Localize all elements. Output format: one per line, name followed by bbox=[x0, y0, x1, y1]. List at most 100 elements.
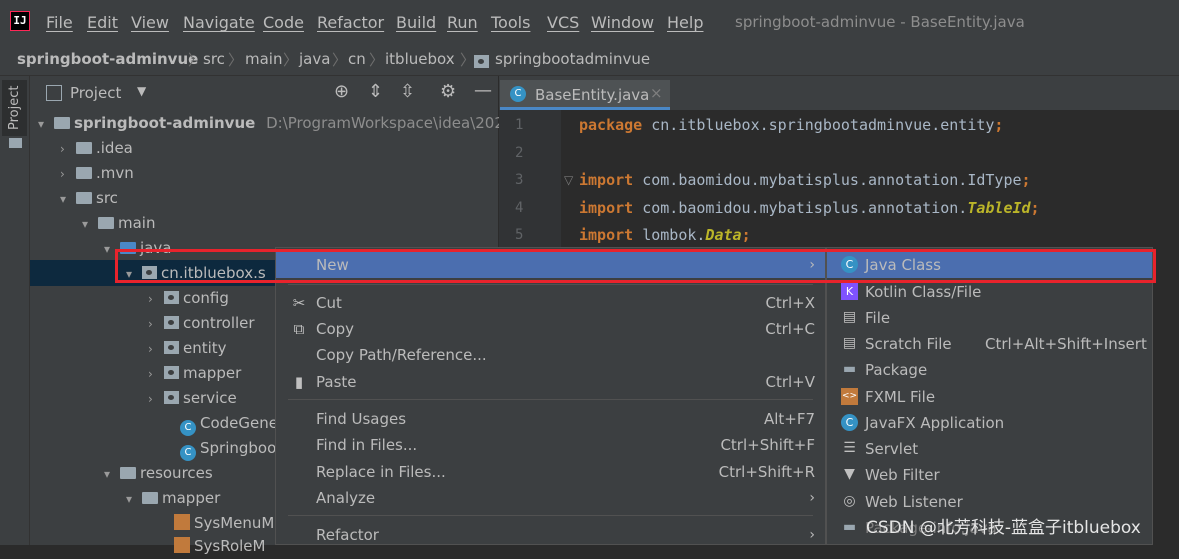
menu-refactor[interactable]: Refactor bbox=[317, 13, 384, 32]
menu-build[interactable]: Build bbox=[396, 13, 436, 32]
tree-item-service[interactable]: › service bbox=[148, 386, 237, 411]
menu-item-shortcut: Ctrl+V bbox=[765, 373, 815, 391]
menu-item-label: Copy Path/Reference... bbox=[316, 346, 487, 364]
menu-tools[interactable]: Tools bbox=[491, 13, 530, 32]
chevron-right-icon: 〉 bbox=[228, 51, 244, 69]
menu-code[interactable]: Code bbox=[263, 13, 304, 32]
menu-item-label: Replace in Files... bbox=[316, 463, 446, 481]
tree-item-label: config bbox=[183, 289, 229, 307]
context-menu: New › ✂ Cut Ctrl+X ⧉ Copy Ctrl+C Copy Pa… bbox=[275, 247, 826, 545]
tree-item-sysmenumapper[interactable]: SysMenuM bbox=[158, 511, 274, 536]
menu-item-find-in-files[interactable]: Find in Files... Ctrl+Shift+F bbox=[276, 432, 825, 458]
close-icon[interactable]: × bbox=[650, 84, 663, 102]
code-line-4: import com.baomidou.mybatisplus.annotati… bbox=[579, 199, 1040, 217]
chevron-right-icon: 〉 bbox=[283, 51, 299, 69]
breadcrumb-main[interactable]: main bbox=[245, 50, 282, 68]
submenu-arrow-icon: › bbox=[809, 527, 815, 543]
breadcrumb-project[interactable]: springboot-adminvue bbox=[17, 50, 198, 68]
tree-item-label: mapper bbox=[183, 364, 242, 382]
menu-item-analyze[interactable]: Analyze › bbox=[276, 485, 825, 511]
folder-icon bbox=[76, 167, 92, 179]
folder-icon bbox=[98, 217, 114, 229]
submenu-item-web-listener[interactable]: ◎ Web Listener bbox=[827, 489, 1152, 515]
folder-icon[interactable] bbox=[9, 138, 22, 148]
tree-item-src[interactable]: ▾ src bbox=[60, 186, 118, 211]
collapse-all-icon[interactable]: ⇳ bbox=[400, 81, 415, 102]
package-icon bbox=[164, 291, 179, 304]
menu-navigate[interactable]: Navigate bbox=[183, 13, 255, 32]
locate-icon[interactable]: ⊕ bbox=[334, 81, 349, 102]
tree-item-path: D:\ProgramWorkspace\idea\2022 bbox=[266, 114, 514, 132]
tree-item-config[interactable]: › config bbox=[148, 286, 229, 311]
tree-item-idea[interactable]: › .idea bbox=[60, 136, 133, 161]
submenu-item-fxml-file[interactable]: <> FXML File bbox=[827, 384, 1152, 410]
tree-item-entity[interactable]: › entity bbox=[148, 336, 227, 361]
tree-item-resources-mapper[interactable]: ▾ mapper bbox=[126, 486, 220, 511]
submenu-item-shortcut: Ctrl+Alt+Shift+Insert bbox=[985, 335, 1147, 353]
tree-item-project-root[interactable]: ▾ springboot-adminvue D:\ProgramWorkspace… bbox=[38, 111, 513, 136]
package-icon bbox=[474, 55, 489, 68]
minimize-icon[interactable]: — bbox=[474, 80, 492, 101]
breadcrumb: springboot-adminvue 〉 src 〉 main 〉 java … bbox=[0, 44, 1179, 76]
menu-window[interactable]: Window bbox=[591, 13, 654, 32]
gear-icon[interactable]: ⚙ bbox=[440, 81, 456, 102]
menu-item-shortcut: Ctrl+Shift+R bbox=[718, 463, 815, 481]
chevron-right-icon: 〉 bbox=[369, 51, 385, 69]
fxml-file-icon: <> bbox=[841, 388, 858, 405]
menu-item-paste[interactable]: ▮ Paste Ctrl+V bbox=[276, 369, 825, 395]
tab-baseentity[interactable]: C BaseEntity.java × bbox=[500, 80, 670, 110]
tree-item-sysrolemapper[interactable]: SysRoleM bbox=[158, 534, 265, 559]
menu-help[interactable]: Help bbox=[667, 13, 703, 32]
menu-view[interactable]: View bbox=[131, 13, 169, 32]
menu-item-cut[interactable]: ✂ Cut Ctrl+X bbox=[276, 290, 825, 316]
chevron-right-icon: 〉 bbox=[332, 51, 348, 69]
folder-icon bbox=[76, 192, 92, 204]
submenu-item-label: Servlet bbox=[865, 440, 919, 458]
chevron-right-icon: › bbox=[60, 142, 65, 156]
menu-vcs[interactable]: VCS bbox=[547, 13, 579, 32]
fold-icon[interactable]: ▽ bbox=[564, 173, 573, 187]
clipboard-icon: ▮ bbox=[294, 373, 304, 391]
menu-item-refactor[interactable]: Refactor › bbox=[276, 522, 825, 548]
project-panel-title[interactable]: Project bbox=[70, 84, 121, 102]
tree-item-mapper[interactable]: › mapper bbox=[148, 361, 241, 386]
tree-item-controller[interactable]: › controller bbox=[148, 311, 255, 336]
menu-item-replace-in-files[interactable]: Replace in Files... Ctrl+Shift+R bbox=[276, 459, 825, 485]
submenu-item-package[interactable]: ▬ Package bbox=[827, 357, 1152, 383]
tree-item-main[interactable]: ▾ main bbox=[82, 211, 155, 236]
breadcrumb-itbluebox[interactable]: itbluebox bbox=[385, 50, 455, 68]
breadcrumb-springbootadminvue[interactable]: springbootadminvue bbox=[495, 50, 650, 68]
submenu-item-servlet[interactable]: ☰ Servlet bbox=[827, 436, 1152, 462]
tree-item-mvn[interactable]: › .mvn bbox=[60, 161, 134, 186]
menu-item-shortcut: Ctrl+C bbox=[765, 320, 815, 338]
xml-file-icon bbox=[174, 514, 190, 530]
submenu-item-label: File bbox=[865, 309, 891, 327]
tree-item-springboot-application[interactable]: C Springboo bbox=[164, 436, 276, 461]
tree-item-codegenerator[interactable]: C CodeGene bbox=[164, 411, 278, 436]
breadcrumb-cn[interactable]: cn bbox=[348, 50, 366, 68]
menu-run[interactable]: Run bbox=[447, 13, 478, 32]
java-class-icon: C bbox=[180, 445, 196, 461]
chevron-down-icon: ▾ bbox=[82, 217, 89, 231]
watermark: CSDN @北芳科技-蓝盒子itbluebox bbox=[866, 518, 1141, 538]
chevron-down-icon[interactable]: ▼ bbox=[137, 84, 146, 98]
java-class-icon: C bbox=[841, 414, 858, 431]
tree-item-resources[interactable]: ▾ resources bbox=[104, 461, 213, 486]
project-tool-tab[interactable]: Project bbox=[2, 80, 27, 136]
expand-all-icon[interactable]: ⇕ bbox=[368, 81, 383, 102]
menu-file[interactable]: File bbox=[46, 13, 73, 32]
submenu-item-scratch-file[interactable]: ▤ Scratch File Ctrl+Alt+Shift+Insert bbox=[827, 331, 1152, 357]
submenu-item-web-filter[interactable]: ▼ Web Filter bbox=[827, 462, 1152, 488]
menu-item-copy-path[interactable]: Copy Path/Reference... bbox=[276, 342, 825, 368]
menu-item-copy[interactable]: ⧉ Copy Ctrl+C bbox=[276, 316, 825, 342]
submenu-item-file[interactable]: ▤ File bbox=[827, 305, 1152, 331]
menu-item-find-usages[interactable]: Find Usages Alt+F7 bbox=[276, 406, 825, 432]
java-class-icon: C bbox=[510, 86, 526, 102]
breadcrumb-java[interactable]: java bbox=[299, 50, 330, 68]
submenu-item-javafx-application[interactable]: C JavaFX Application bbox=[827, 410, 1152, 436]
chevron-right-icon: 〉 bbox=[188, 51, 204, 69]
new-submenu: C Java Class K Kotlin Class/File ▤ File … bbox=[826, 247, 1153, 545]
menu-item-label: Copy bbox=[316, 320, 355, 338]
breadcrumb-src[interactable]: src bbox=[203, 50, 225, 68]
menu-edit[interactable]: Edit bbox=[87, 13, 118, 32]
